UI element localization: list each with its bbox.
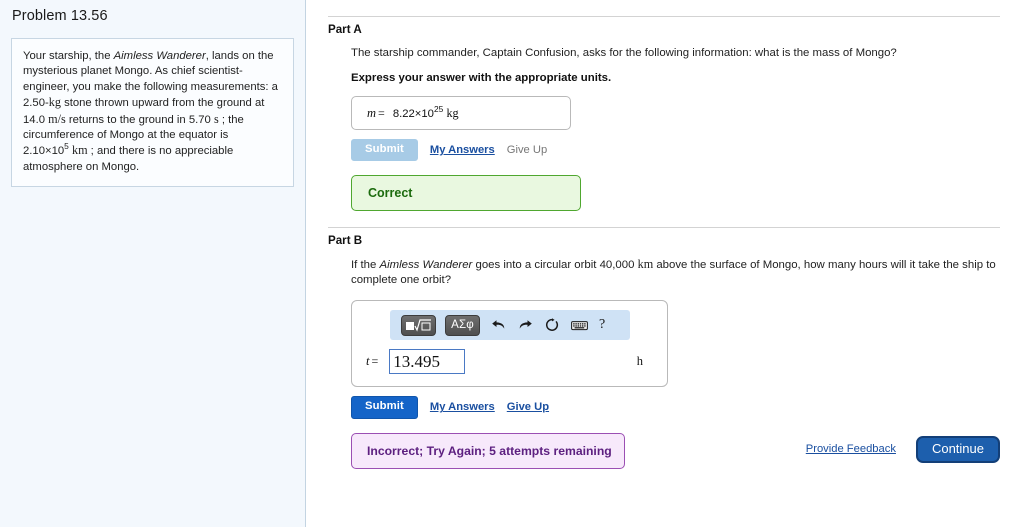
part-a-variable: m xyxy=(367,105,377,120)
part-b-give-up-link[interactable]: Give Up xyxy=(507,401,549,413)
part-b-question-pre: If the xyxy=(351,259,380,272)
part-b-actions: Submit My Answers Give Up xyxy=(351,396,1000,419)
part-b-ship-name: Aimless Wanderer xyxy=(379,259,473,272)
part-b-unit-km: km xyxy=(637,257,654,272)
reset-icon[interactable] xyxy=(543,315,561,336)
part-a-answer-value: 8.22×1025 kg xyxy=(392,103,459,121)
part-b-answer-box: ΑΣφ ? t = 13.495 h xyxy=(351,300,668,388)
problem-statement-box: Your starship, the Aimless Wanderer, lan… xyxy=(11,38,294,188)
part-a-label: Part A xyxy=(328,23,362,36)
page-root: Problem 13.56 Your starship, the Aimless… xyxy=(0,0,1024,527)
part-a-answer-box[interactable]: m = 8.22×1025 kg xyxy=(351,96,571,130)
unit-m-per-s: m/s xyxy=(48,111,66,126)
part-b-my-answers-link[interactable]: My Answers xyxy=(430,401,495,413)
unit-kg: kg xyxy=(48,95,61,110)
statement-part-4: returns to the ground in 5.70 xyxy=(65,113,214,126)
problem-sidebar: Problem 13.56 Your starship, the Aimless… xyxy=(0,0,306,527)
undo-icon[interactable] xyxy=(489,315,507,336)
part-a-exponent: 25 xyxy=(433,103,444,114)
part-a-body: The starship commander, Captain Confusio… xyxy=(328,46,1000,212)
unit-km: km xyxy=(71,143,88,158)
page-title: Problem 13.56 xyxy=(12,8,108,24)
answer-area: Part A The starship commander, Captain C… xyxy=(306,0,1024,527)
keyboard-icon[interactable] xyxy=(570,315,588,336)
part-a-question: The starship commander, Captain Confusio… xyxy=(351,47,897,59)
part-a-equals: = xyxy=(378,105,385,120)
problem-statement-text: Your starship, the Aimless Wanderer, lan… xyxy=(23,49,282,175)
part-a-submit-button[interactable]: Submit xyxy=(351,139,418,162)
math-toolbar: ΑΣφ ? xyxy=(390,310,630,341)
redo-icon[interactable] xyxy=(516,315,534,336)
greek-letters-button[interactable]: ΑΣφ xyxy=(445,314,480,336)
part-a-give-up-link: Give Up xyxy=(506,144,548,157)
part-b-answer-input[interactable]: 13.495 xyxy=(389,349,466,375)
help-icon[interactable]: ? xyxy=(599,317,605,333)
part-a-answer-unit: kg xyxy=(446,105,459,120)
part-a-actions: Submit My Answers Give Up xyxy=(351,139,1000,162)
part-b-feedback-incorrect: Incorrect; Try Again; 5 attempts remaini… xyxy=(351,432,625,469)
part-b-equals: = xyxy=(371,354,379,369)
part-a-feedback-correct: Correct xyxy=(351,175,581,212)
footer-actions: Provide Feedback Continue xyxy=(806,435,1000,463)
part-a-mantissa: 8.22×10 xyxy=(392,107,434,120)
part-a-my-answers-link[interactable]: My Answers xyxy=(430,144,495,156)
part-b-answer-row: t = 13.495 h xyxy=(362,349,657,375)
part-b-variable: t xyxy=(366,354,370,369)
part-b-question-post: goes into a circular orbit 40,000 xyxy=(472,259,638,272)
part-b-question: If the Aimless Wanderer goes into a circ… xyxy=(351,257,1000,288)
ship-name: Aimless Wanderer xyxy=(113,50,206,62)
part-b-submit-button[interactable]: Submit xyxy=(351,396,418,419)
math-template-icon[interactable] xyxy=(401,314,436,336)
part-a-instruction: Express your answer with the appropriate… xyxy=(351,72,612,84)
continue-button[interactable]: Continue xyxy=(915,435,1000,463)
part-b-label: Part B xyxy=(328,234,363,248)
provide-feedback-link[interactable]: Provide Feedback xyxy=(806,443,896,455)
part-b-answer-unit: h xyxy=(636,354,643,369)
statement-part-1: Your starship, the xyxy=(23,50,114,62)
part-a-divider xyxy=(328,16,1000,17)
part-b-divider xyxy=(328,227,1000,229)
